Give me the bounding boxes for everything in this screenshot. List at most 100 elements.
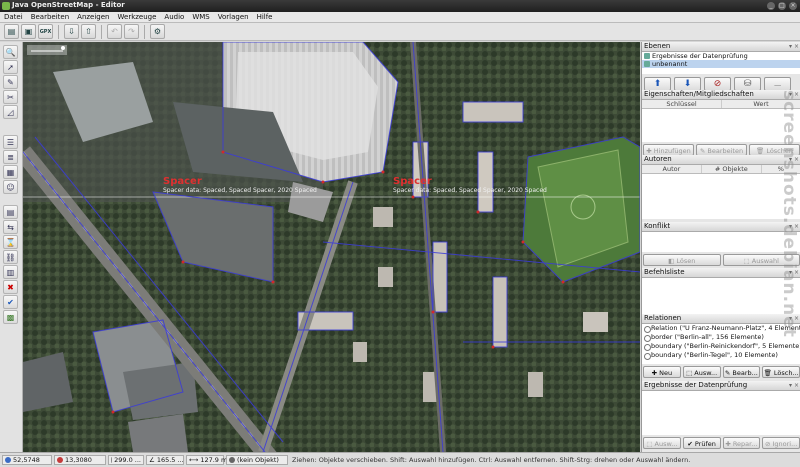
conflict-icon[interactable]: ⇆ <box>3 220 18 234</box>
properties-panel: Eigenschaften/Mitgliedschaften▾ × Schlüs… <box>642 90 800 158</box>
col-percent[interactable]: % <box>762 165 800 173</box>
panel-controls-icon[interactable]: ▾ × <box>789 314 799 323</box>
menu-anzeigen[interactable]: Anzeigen <box>73 12 113 22</box>
panel-controls-icon[interactable]: ▾ × <box>789 381 799 390</box>
relation-icon <box>644 353 651 360</box>
undo-icon[interactable]: ↶ <box>107 24 122 39</box>
panel-controls-icon[interactable]: ▾ × <box>789 90 799 99</box>
validator-select-button[interactable]: ⬚ Ausw... <box>643 437 681 449</box>
properties-icon[interactable]: ≣ <box>3 150 18 164</box>
col-objects[interactable]: # Objekte <box>702 165 762 173</box>
validator-panel-header: Ergebnisse der Datenprüfung▾ × <box>642 381 800 391</box>
validate-button[interactable]: ✔ Prüfen <box>683 437 721 449</box>
commands-list[interactable] <box>642 278 800 314</box>
merge-layer-icon[interactable]: ⛁ <box>734 77 761 91</box>
menu-datei[interactable]: Datei <box>0 12 27 22</box>
delete-relation-button[interactable]: 🗑 Lösch... <box>762 366 800 378</box>
properties-table-header: Schlüssel Wert <box>642 100 800 109</box>
relation-item[interactable]: boundary ("Berlin-Reinickendorf", 5 Elem… <box>642 342 800 351</box>
improve-way-icon[interactable]: ◿ <box>3 105 18 119</box>
menu-vorlagen[interactable]: Vorlagen <box>214 12 253 22</box>
layer-list-icon[interactable]: ☰ <box>3 135 18 149</box>
select-icon[interactable]: ➚ <box>3 60 18 74</box>
validator-buttons: ⬚ Ausw... ✔ Prüfen ✚ Repar... ⊘ Ignori..… <box>642 435 800 451</box>
validator-icon[interactable]: ✔ <box>3 295 18 309</box>
preferences-icon[interactable]: ⚙ <box>150 24 165 39</box>
authors-icon[interactable]: ☺ <box>3 180 18 194</box>
relations-panel: Relationen▾ × Relation ("U Franz-Neumann… <box>642 314 800 380</box>
commands-icon[interactable]: ▤ <box>3 205 18 219</box>
conflict-buttons: ◧ Lösen ⬚ Auswahl <box>642 252 800 268</box>
app-icon <box>2 2 10 10</box>
imagery-icon[interactable]: ▩ <box>3 310 18 324</box>
layers-panel-header: Ebenen▾ × <box>642 42 800 52</box>
select-relation-button[interactable]: ⬚ Ausw... <box>683 366 721 378</box>
menu-bar: Datei Bearbeiten Anzeigen Werkzeuge Audi… <box>0 12 800 23</box>
toolbar-separator <box>58 25 59 39</box>
col-key[interactable]: Schlüssel <box>642 100 722 108</box>
redo-icon[interactable]: ↷ <box>124 24 139 39</box>
stop-icon[interactable]: ✖ <box>3 280 18 294</box>
properties-table[interactable] <box>642 109 800 142</box>
selection-list-icon[interactable]: ▦ <box>3 165 18 179</box>
col-author[interactable]: Autor <box>642 165 702 173</box>
move-down-icon[interactable]: ⬇ <box>674 77 701 91</box>
status-bar: 52,5748 13,3080 299.0 ... ∠165.5 ... ⟷12… <box>0 452 800 467</box>
close-icon[interactable]: × <box>789 2 797 10</box>
angle-field: ∠165.5 ... <box>146 455 184 465</box>
draw-icon[interactable]: ✎ <box>3 75 18 89</box>
select-conflict-button[interactable]: ⬚ Auswahl <box>723 254 800 266</box>
ignore-button[interactable]: ⊘ Ignori... <box>762 437 800 449</box>
delete-layer-icon[interactable]: ⚊ <box>764 77 791 91</box>
open-file-icon[interactable]: ▤ <box>4 24 19 39</box>
window-controls: _ □ × <box>767 2 797 10</box>
validator-list[interactable] <box>642 391 800 435</box>
maximize-icon[interactable]: □ <box>778 2 786 10</box>
delete-mode-icon[interactable]: ✂ <box>3 90 18 104</box>
layer-icon <box>644 61 650 67</box>
scale-widget <box>27 45 67 55</box>
save-icon[interactable]: ▣ <box>21 24 36 39</box>
conflict-list[interactable] <box>642 232 800 252</box>
relation-icon <box>644 326 651 333</box>
relation-item[interactable]: Relation ("U Franz-Neumann-Platz", 4 Ele… <box>642 324 800 333</box>
filter-icon[interactable]: ▥ <box>3 265 18 279</box>
move-up-icon[interactable]: ⬆ <box>644 77 671 91</box>
resolve-button[interactable]: ◧ Lösen <box>643 254 721 266</box>
authors-table[interactable] <box>642 174 800 219</box>
panel-controls-icon[interactable]: ▾ × <box>789 42 799 51</box>
gpx-export-icon[interactable]: GPX <box>38 24 53 39</box>
repair-button[interactable]: ✚ Repar... <box>723 437 761 449</box>
panel-controls-icon[interactable]: ▾ × <box>789 268 799 277</box>
history-icon[interactable]: ⌛ <box>3 235 18 249</box>
menu-werkzeuge[interactable]: Werkzeuge <box>114 12 161 22</box>
col-value[interactable]: Wert <box>722 100 800 108</box>
toggle-visibility-icon[interactable]: ⊘ <box>704 77 731 91</box>
download-icon[interactable]: ⇩ <box>64 24 79 39</box>
title-bar: Java OpenStreetMap - Editor _ □ × <box>0 0 800 12</box>
conflict-panel-header: Konflikt▾ × <box>642 222 800 232</box>
zoom-icon[interactable]: 🔍 <box>3 45 18 59</box>
menu-bearbeiten[interactable]: Bearbeiten <box>27 12 73 22</box>
minimize-icon[interactable]: _ <box>767 2 775 10</box>
layer-item-unbenannt[interactable]: unbenannt <box>642 60 800 68</box>
new-relation-button[interactable]: ✚ Neu <box>643 366 681 378</box>
aerial-map[interactable]: Spacer Spacer Spacer data: Spaced, Space… <box>23 42 640 452</box>
side-panels: Ebenen▾ × Ergebnisse der Datenprüfung un… <box>641 42 800 452</box>
main-toolbar: ▤ ▣ GPX ⇩ ⇧ ↶ ↷ ⚙ <box>0 23 800 41</box>
relation-item[interactable]: border ("Berlin-all", 156 Elemente) <box>642 333 800 342</box>
menu-audio[interactable]: Audio <box>160 12 188 22</box>
panel-controls-icon[interactable]: ▾ × <box>789 222 799 231</box>
relations-icon[interactable]: ⛓ <box>3 250 18 264</box>
layer-item-validation[interactable]: Ergebnisse der Datenprüfung <box>642 52 800 60</box>
map-view[interactable]: Spacer Spacer Spacer data: Spaced, Space… <box>23 42 640 452</box>
heading-field: 299.0 ... <box>108 455 144 465</box>
panel-controls-icon[interactable]: ▾ × <box>789 155 799 164</box>
conflict-panel: Konflikt▾ × ◧ Lösen ⬚ Auswahl <box>642 222 800 268</box>
validator-panel: Ergebnisse der Datenprüfung▾ × ⬚ Ausw...… <box>642 381 800 451</box>
edit-relation-button[interactable]: ✎ Bearb... <box>723 366 761 378</box>
relation-item[interactable]: boundary ("Berlin-Tegel", 10 Elemente) <box>642 351 800 360</box>
upload-icon[interactable]: ⇧ <box>81 24 96 39</box>
menu-wms[interactable]: WMS <box>188 12 213 22</box>
menu-hilfe[interactable]: Hilfe <box>253 12 277 22</box>
